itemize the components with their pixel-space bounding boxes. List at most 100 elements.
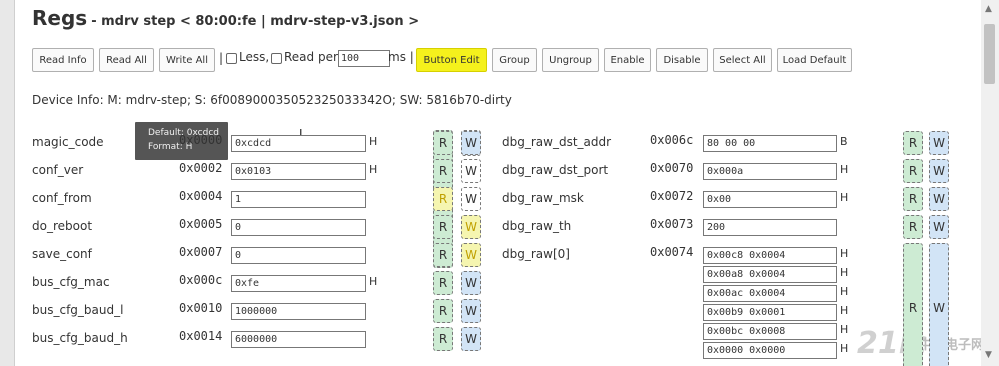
register-address: 0x0007 — [179, 245, 223, 259]
read-toggle[interactable]: R — [433, 327, 453, 351]
register-name: conf_ver — [32, 163, 84, 177]
read-toggle[interactable]: R — [433, 243, 453, 267]
page-title: Regs - mdrv step < 80:00:fe | mdrv-step-v… — [32, 6, 419, 30]
button-edit-button[interactable]: Button Edit — [416, 48, 487, 72]
register-address: 0x0002 — [179, 161, 223, 175]
register-address: 0x0073 — [650, 217, 694, 231]
read-info-button[interactable]: Read Info — [32, 48, 94, 72]
read-toggle[interactable]: R — [903, 243, 923, 366]
register-address: 0x000c — [179, 273, 223, 287]
register-address: 0x0004 — [179, 189, 223, 203]
write-toggle[interactable]: W — [929, 215, 949, 239]
register-unit: H — [840, 323, 849, 336]
less-label: Less, — [239, 50, 270, 64]
register-name: bus_cfg_baud_h — [32, 331, 128, 345]
register-value-input[interactable]: 80 00 00 — [703, 135, 837, 152]
select-all-button[interactable]: Select All — [713, 48, 772, 72]
register-value-input[interactable]: 0xcdcd — [231, 135, 366, 152]
register-unit: B — [840, 135, 848, 148]
read-toggle[interactable]: R — [433, 159, 453, 183]
register-value-input[interactable]: 0x00a8 0x0004 — [703, 266, 837, 283]
scroll-thumb[interactable] — [984, 24, 995, 84]
toolbar-separator: | — [219, 51, 224, 65]
register-value-input[interactable]: 200 — [703, 219, 837, 236]
register-address: 0x0074 — [650, 245, 694, 259]
register-address: 0x006c — [650, 133, 694, 147]
register-unit: H — [840, 304, 849, 317]
read-toggle[interactable]: R — [903, 215, 923, 239]
read-all-button[interactable]: Read All — [99, 48, 154, 72]
regs-page: Regs - mdrv step < 80:00:fe | mdrv-step-v… — [14, 0, 982, 366]
group-button[interactable]: Group — [492, 48, 537, 72]
write-toggle[interactable]: W — [461, 271, 481, 295]
read-per-ms-input[interactable]: 100 — [338, 50, 390, 67]
read-toggle[interactable]: R — [903, 187, 923, 211]
register-unit: H — [840, 163, 849, 176]
register-value-input[interactable]: 0xfe — [231, 275, 366, 292]
register-name: bus_cfg_baud_l — [32, 303, 124, 317]
register-value-input[interactable]: 0 — [231, 219, 366, 236]
write-toggle[interactable]: W — [461, 299, 481, 323]
write-toggle[interactable]: W — [461, 187, 481, 211]
register-address: 0x0014 — [179, 329, 223, 343]
vertical-scrollbar[interactable]: ▲ ▼ — [981, 0, 999, 366]
less-checkbox[interactable] — [226, 53, 237, 64]
write-toggle[interactable]: W — [929, 131, 949, 155]
register-value-input[interactable]: 1 — [231, 191, 366, 208]
register-name: dbg_raw_dst_addr — [502, 135, 612, 149]
read-toggle[interactable]: R — [433, 215, 453, 239]
register-name: save_conf — [32, 247, 92, 261]
read-per-label: Read per — [284, 50, 338, 64]
write-toggle[interactable]: W — [461, 243, 481, 267]
register-value-input[interactable]: 1000000 — [231, 303, 366, 320]
register-address: 0x0010 — [179, 301, 223, 315]
register-value-input[interactable]: 0x00 — [703, 191, 837, 208]
register-unit: H — [840, 342, 849, 355]
load-default-button[interactable]: Load Default — [777, 48, 852, 72]
read-toggle[interactable]: R — [433, 131, 453, 155]
read-toggle[interactable]: R — [433, 187, 453, 211]
write-toggle[interactable]: W — [461, 215, 481, 239]
write-toggle[interactable]: W — [461, 131, 481, 155]
register-address: 0x0000 — [179, 133, 223, 147]
write-toggle[interactable]: W — [461, 327, 481, 351]
register-unit: H — [840, 247, 849, 260]
register-value-input[interactable]: 0x00c8 0x0004 — [703, 247, 837, 264]
read-per-checkbox[interactable] — [271, 53, 282, 64]
register-value-input[interactable]: 0x00bc 0x0008 — [703, 323, 837, 340]
register-value-input[interactable]: 0x00b9 0x0001 — [703, 304, 837, 321]
register-value-input[interactable]: 0x0103 — [231, 163, 366, 180]
register-unit: H — [840, 266, 849, 279]
write-all-button[interactable]: Write All — [159, 48, 215, 72]
register-value-input[interactable]: 0 — [231, 247, 366, 264]
scroll-down-icon[interactable]: ▼ — [985, 350, 992, 360]
register-name: dbg_raw_dst_port — [502, 163, 609, 177]
disable-button[interactable]: Disable — [656, 48, 708, 72]
write-toggle[interactable]: W — [929, 187, 949, 211]
write-toggle[interactable]: W — [929, 159, 949, 183]
register-value-input[interactable]: 0x0000 0x0000 — [703, 342, 837, 359]
read-toggle[interactable]: R — [903, 159, 923, 183]
register-unit: H — [369, 135, 378, 148]
scroll-up-icon[interactable]: ▲ — [985, 4, 992, 14]
register-unit: H — [840, 191, 849, 204]
write-toggle[interactable]: W — [929, 243, 949, 366]
read-toggle[interactable]: R — [433, 271, 453, 295]
register-value-input[interactable]: 6000000 — [231, 331, 366, 348]
register-unit: H — [840, 285, 849, 298]
register-name: dbg_raw_th — [502, 219, 572, 233]
register-name: dbg_raw_msk — [502, 191, 584, 205]
register-name: conf_from — [32, 191, 92, 205]
register-value-input[interactable]: 0x000a — [703, 163, 837, 180]
register-name: do_reboot — [32, 219, 93, 233]
register-address: 0x0005 — [179, 217, 223, 231]
enable-button[interactable]: Enable — [604, 48, 651, 72]
register-value-input[interactable]: 0x00ac 0x0004 — [703, 285, 837, 302]
register-address: 0x0072 — [650, 189, 694, 203]
read-toggle[interactable]: R — [433, 299, 453, 323]
ungroup-button[interactable]: Ungroup — [542, 48, 599, 72]
ms-label: ms | — [388, 50, 414, 64]
write-toggle[interactable]: W — [461, 159, 481, 183]
register-name: dbg_raw[0] — [502, 247, 570, 261]
read-toggle[interactable]: R — [903, 131, 923, 155]
